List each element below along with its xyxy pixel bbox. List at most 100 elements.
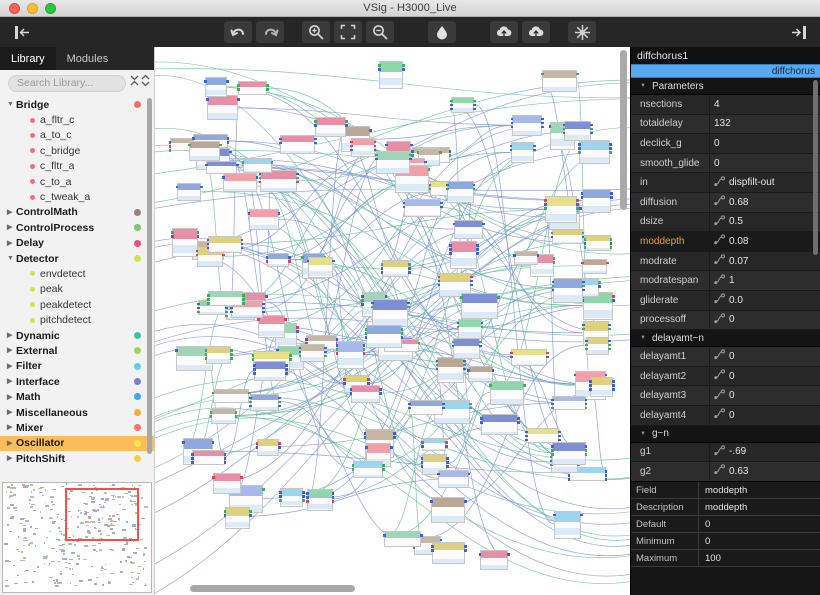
graph-node-port[interactable] [361, 299, 364, 302]
sidebar-item-envdetect[interactable]: envdetect [0, 266, 154, 281]
graph-node-port[interactable] [378, 68, 381, 71]
graph-node[interactable] [353, 461, 384, 478]
graph-node-port[interactable] [609, 143, 612, 146]
graph-node-port[interactable] [421, 465, 424, 468]
graph-node-port[interactable] [429, 184, 432, 187]
sidebar-item-a_to_c[interactable]: a_to_c [0, 128, 154, 143]
graph-node-port[interactable] [296, 177, 299, 180]
graph-node-port[interactable] [608, 324, 611, 327]
graph-node-port[interactable] [481, 322, 484, 325]
graph-node-port[interactable] [383, 534, 386, 537]
graph-node[interactable] [438, 470, 469, 488]
expand-all-icon[interactable] [141, 74, 150, 92]
graph-node-port[interactable] [552, 289, 555, 292]
graph-node-port[interactable] [204, 80, 207, 83]
graph-node[interactable] [280, 488, 303, 506]
graph-node-port[interactable] [336, 348, 339, 351]
graph-node-port[interactable] [470, 276, 473, 279]
graph-node-port[interactable] [511, 122, 514, 125]
graph-node-port[interactable] [374, 145, 377, 148]
graph-node[interactable] [260, 170, 297, 193]
graph-node-port[interactable] [393, 432, 396, 435]
graph-node-port[interactable] [253, 368, 256, 371]
graph-node-port[interactable] [450, 104, 453, 107]
graph-node-port[interactable] [241, 243, 244, 246]
graph-node-port[interactable] [381, 263, 384, 266]
parameter-value-cell[interactable]: 4 [709, 95, 820, 114]
graph-node-port[interactable] [403, 202, 406, 205]
graph-node-port[interactable] [259, 181, 262, 184]
sidebar-item-delay[interactable]: ▶Delay [0, 236, 154, 251]
graph-node-port[interactable] [551, 399, 554, 402]
graph-node-port[interactable] [324, 355, 327, 358]
graph-node-port[interactable] [409, 158, 412, 161]
graph-node-port[interactable] [579, 207, 582, 210]
graph-node-port[interactable] [408, 403, 411, 406]
graph-node-port[interactable] [463, 368, 466, 371]
graph-node-port[interactable] [374, 141, 377, 144]
graph-node-port[interactable] [299, 351, 302, 354]
sidebar-item-pitchdetect[interactable]: pitchdetect [0, 312, 154, 327]
sidebar-item-c_tweak_a[interactable]: c_tweak_a [0, 189, 154, 204]
graph-node-port[interactable] [479, 345, 482, 348]
graph-node[interactable] [553, 278, 584, 303]
inspector-object-type[interactable]: diffchorus [631, 64, 820, 78]
graph-node[interactable] [590, 377, 613, 397]
graph-node-port[interactable] [299, 355, 302, 358]
graph-node-port[interactable] [449, 154, 452, 157]
graph-node-port[interactable] [609, 151, 612, 154]
graph-node-port[interactable] [552, 285, 555, 288]
graph-node-port[interactable] [463, 360, 466, 363]
sidebar-item-a_fltr_c[interactable]: a_fltr_c [0, 112, 154, 127]
graph-node-port[interactable] [169, 149, 172, 152]
parameter-row[interactable]: delayamt40 [631, 406, 820, 426]
graph-node-port[interactable] [222, 176, 225, 179]
graph-node[interactable] [379, 61, 403, 89]
graph-node-port[interactable] [278, 212, 281, 215]
graph-node-port[interactable] [452, 341, 455, 344]
parameter-value-cell[interactable]: 1 [709, 271, 820, 290]
parameter-value-cell[interactable]: 132 [709, 115, 820, 134]
chevron-down-icon[interactable]: ▼ [640, 83, 646, 89]
graph-node-port[interactable] [266, 260, 269, 263]
graph-node-port[interactable] [314, 138, 317, 141]
graph-node[interactable] [351, 138, 374, 157]
graph-node-port[interactable] [227, 137, 230, 140]
graph-node-port[interactable] [240, 476, 243, 479]
parameter-row[interactable]: delayamt10 [631, 347, 820, 367]
search-input[interactable]: Search Library... [8, 75, 126, 92]
graph-node[interactable] [172, 228, 197, 256]
graph-node[interactable] [468, 366, 493, 381]
graph-node-port[interactable] [608, 340, 611, 343]
graph-node-port[interactable] [553, 514, 556, 517]
graph-node-port[interactable] [332, 260, 335, 263]
graph-node-port[interactable] [403, 206, 406, 209]
graph-node-port[interactable] [242, 294, 245, 297]
graph-node-port[interactable] [431, 549, 434, 552]
graph-node-port[interactable] [438, 280, 441, 283]
graph-node-port[interactable] [306, 500, 309, 503]
graph-node-port[interactable] [299, 347, 302, 350]
graph-node-port[interactable] [610, 242, 613, 245]
graph-node-port[interactable] [463, 364, 466, 367]
graph-node-port[interactable] [230, 349, 233, 352]
graph-node-port[interactable] [481, 326, 484, 329]
graph-node-port[interactable] [206, 98, 209, 101]
chevron-down-icon[interactable]: ▼ [640, 431, 646, 437]
graph-node-port[interactable] [302, 495, 305, 498]
sidebar-item-oscillator[interactable]: ▶Oscillator [0, 436, 154, 451]
graph-node-port[interactable] [256, 176, 259, 179]
parameter-row[interactable]: declick_g0 [631, 134, 820, 154]
graph-node-port[interactable] [440, 206, 443, 209]
graph-node-port[interactable] [390, 446, 393, 449]
graph-node[interactable] [372, 299, 408, 327]
curve-editor-icon[interactable] [714, 445, 729, 459]
graph-node[interactable] [177, 183, 201, 201]
graph-node-port[interactable] [205, 353, 208, 356]
graph-node[interactable] [542, 70, 577, 92]
graph-node-port[interactable] [369, 129, 372, 132]
graph-node[interactable] [511, 142, 534, 164]
graph-node-port[interactable] [581, 262, 584, 265]
curve-editor-icon[interactable] [714, 389, 729, 403]
patch-canvas[interactable] [155, 47, 630, 595]
